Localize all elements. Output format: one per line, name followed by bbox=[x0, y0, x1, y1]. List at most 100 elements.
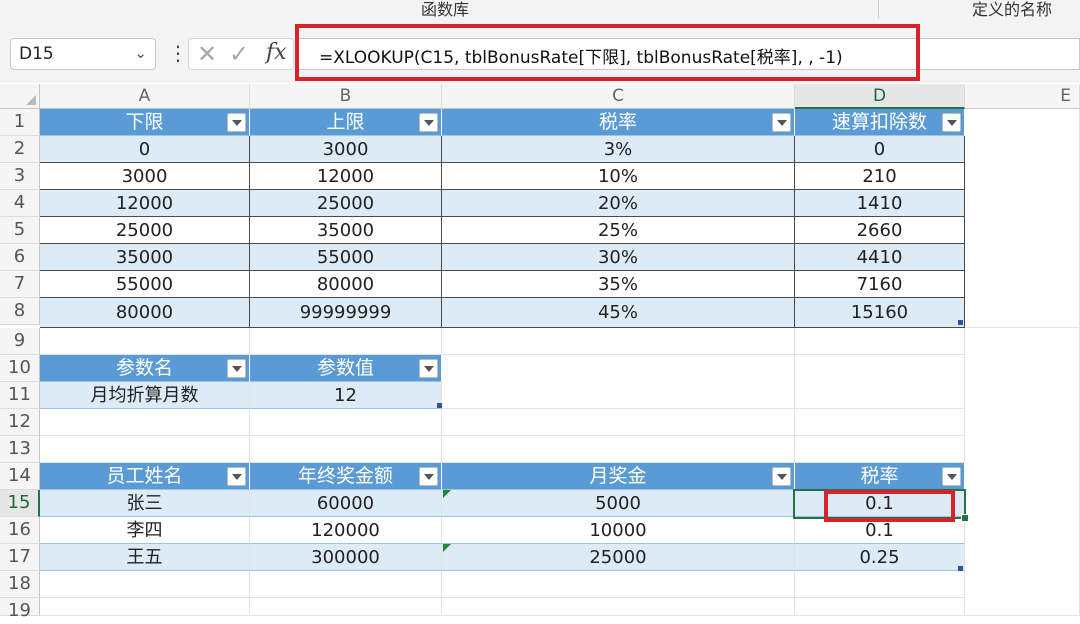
table-cell[interactable]: 0.25 bbox=[795, 544, 965, 571]
table-header-cell[interactable]: 速算扣除数 bbox=[795, 109, 965, 136]
row-header-10[interactable]: 10 bbox=[0, 355, 40, 382]
row-header-19[interactable]: 19 bbox=[0, 598, 40, 621]
row-header-14[interactable]: 14 bbox=[0, 463, 40, 490]
table-cell[interactable]: 张三 bbox=[40, 490, 250, 517]
formula-input[interactable]: =XLOOKUP(C15, tblBonusRate[下限], tblBonus… bbox=[298, 38, 1080, 70]
table-cell[interactable]: 12000 bbox=[250, 163, 442, 190]
cell-c12[interactable] bbox=[442, 409, 795, 436]
table-cell[interactable]: 月均折算月数 bbox=[40, 382, 250, 409]
table-cell[interactable]: 60000 bbox=[250, 490, 442, 517]
table-cell[interactable]: 35000 bbox=[40, 244, 250, 271]
row-header-3[interactable]: 3 bbox=[0, 163, 40, 190]
filter-dropdown-icon[interactable] bbox=[772, 467, 791, 486]
filter-dropdown-icon[interactable] bbox=[419, 467, 438, 486]
error-indicator-icon[interactable] bbox=[443, 544, 451, 552]
table-cell[interactable]: 45% bbox=[442, 298, 795, 328]
filter-dropdown-icon[interactable] bbox=[942, 113, 961, 132]
table-cell[interactable]: 210 bbox=[795, 163, 965, 190]
insert-function-icon[interactable]: fx bbox=[266, 40, 287, 65]
row-header-15[interactable]: 15 bbox=[0, 490, 40, 517]
empty-cells-c10[interactable] bbox=[442, 355, 795, 409]
table-header-cell[interactable]: 员工姓名 bbox=[40, 463, 250, 490]
empty-cells-e[interactable] bbox=[965, 109, 1080, 328]
cell-b12[interactable] bbox=[250, 409, 442, 436]
column-header-b[interactable]: B bbox=[250, 84, 442, 109]
table-cell[interactable]: 99999999 bbox=[250, 298, 442, 328]
table-resize-handle[interactable] bbox=[437, 403, 442, 408]
table-cell[interactable]: 35% bbox=[442, 271, 795, 298]
empty-cells-e-lower[interactable] bbox=[965, 328, 1080, 616]
row-header-16[interactable]: 16 bbox=[0, 517, 40, 544]
table-cell[interactable]: 80000 bbox=[250, 271, 442, 298]
table-cell[interactable]: 3% bbox=[442, 136, 795, 163]
cell-c19[interactable] bbox=[442, 598, 795, 616]
empty-cells-d10[interactable] bbox=[795, 355, 965, 409]
table-cell[interactable]: 0 bbox=[40, 136, 250, 163]
table-cell[interactable]: 55000 bbox=[40, 271, 250, 298]
row-header-4[interactable]: 4 bbox=[0, 190, 40, 217]
row-header-7[interactable]: 7 bbox=[0, 271, 40, 298]
cell-a13[interactable] bbox=[40, 436, 250, 463]
table-cell[interactable]: 120000 bbox=[250, 517, 442, 544]
table-cell[interactable]: 12000 bbox=[40, 190, 250, 217]
column-header-e[interactable]: E bbox=[965, 84, 1080, 109]
filter-dropdown-icon[interactable] bbox=[227, 359, 246, 378]
table-cell[interactable]: 35000 bbox=[250, 217, 442, 244]
table-cell[interactable]: 10% bbox=[442, 163, 795, 190]
filter-dropdown-icon[interactable] bbox=[942, 467, 961, 486]
column-header-c[interactable]: C bbox=[442, 84, 795, 109]
row-header-11[interactable]: 11 bbox=[0, 382, 40, 409]
row-header-5[interactable]: 5 bbox=[0, 217, 40, 244]
cell-b9[interactable] bbox=[250, 328, 442, 355]
cell-b19[interactable] bbox=[250, 598, 442, 616]
more-options-icon[interactable]: ⋮ bbox=[168, 40, 188, 66]
table-cell[interactable]: 7160 bbox=[795, 271, 965, 298]
row-header-2[interactable]: 2 bbox=[0, 136, 40, 163]
chevron-down-icon[interactable]: ⌄ bbox=[134, 44, 147, 62]
error-indicator-icon[interactable] bbox=[443, 490, 451, 498]
table-cell[interactable]: 20% bbox=[442, 190, 795, 217]
table-cell[interactable]: 3000 bbox=[40, 163, 250, 190]
row-header-8[interactable]: 8 bbox=[0, 298, 40, 325]
table-cell[interactable]: 55000 bbox=[250, 244, 442, 271]
column-header-d[interactable]: D bbox=[795, 84, 965, 109]
filter-dropdown-icon[interactable] bbox=[772, 113, 791, 132]
row-header-9[interactable]: 9 bbox=[0, 328, 40, 355]
cancel-icon[interactable]: ✕ bbox=[197, 40, 217, 68]
ribbon-group-defined-names[interactable]: 定义的名称 bbox=[972, 0, 1052, 20]
row-header-18[interactable]: 18 bbox=[0, 571, 40, 598]
row-header-6[interactable]: 6 bbox=[0, 244, 40, 271]
name-box[interactable]: D15 ⌄ bbox=[10, 38, 156, 70]
table-cell[interactable]: 2660 bbox=[795, 217, 965, 244]
table-cell[interactable]: 0 bbox=[795, 136, 965, 163]
cell-a18[interactable] bbox=[40, 571, 250, 598]
table-cell[interactable]: 0.1 bbox=[795, 517, 965, 544]
filter-dropdown-icon[interactable] bbox=[419, 359, 438, 378]
cell-a12[interactable] bbox=[40, 409, 250, 436]
cell-c13[interactable] bbox=[442, 436, 795, 463]
table-cell[interactable]: 5000 bbox=[442, 490, 795, 517]
table-resize-handle[interactable] bbox=[958, 320, 963, 325]
table-cell[interactable]: 15160 bbox=[795, 298, 965, 328]
cell-d12[interactable] bbox=[795, 409, 965, 436]
filter-dropdown-icon[interactable] bbox=[227, 467, 246, 486]
table-header-cell[interactable]: 税率 bbox=[442, 109, 795, 136]
table-cell[interactable]: 3000 bbox=[250, 136, 442, 163]
cell-d13[interactable] bbox=[795, 436, 965, 463]
table-header-cell[interactable]: 上限 bbox=[250, 109, 442, 136]
row-header-1[interactable]: 1 bbox=[0, 109, 40, 136]
table-resize-handle[interactable] bbox=[958, 566, 963, 571]
table-header-cell[interactable]: 参数值 bbox=[250, 355, 442, 382]
table-header-cell[interactable]: 税率 bbox=[795, 463, 965, 490]
table-cell[interactable]: 25000 bbox=[250, 190, 442, 217]
cell-b18[interactable] bbox=[250, 571, 442, 598]
cell-d18[interactable] bbox=[795, 571, 965, 598]
cell-c18[interactable] bbox=[442, 571, 795, 598]
table-cell[interactable]: 25000 bbox=[442, 544, 795, 571]
table-header-cell[interactable]: 下限 bbox=[40, 109, 250, 136]
table-header-cell[interactable]: 月奖金 bbox=[442, 463, 795, 490]
table-cell[interactable]: 25000 bbox=[40, 217, 250, 244]
row-header-13[interactable]: 13 bbox=[0, 436, 40, 463]
table-cell[interactable]: 12 bbox=[250, 382, 442, 409]
table-cell[interactable]: 0.1 bbox=[795, 490, 965, 517]
